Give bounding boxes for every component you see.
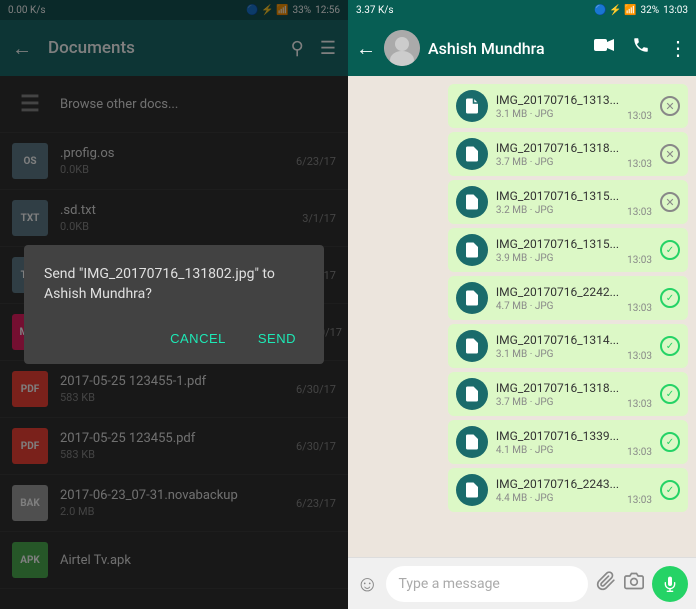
avatar-image: [384, 30, 420, 66]
cancel-status-icon: ✕: [660, 96, 680, 116]
msg-filename: IMG_20170716_2243...: [496, 477, 619, 491]
msg-info: IMG_20170716_1315... 3.9 MB · JPG: [496, 237, 619, 264]
msg-filemeta: 3.1 MB · JPG: [496, 109, 619, 120]
msg-time: 13:03: [627, 495, 652, 506]
msg-time: 13:03: [627, 351, 652, 362]
avatar[interactable]: [384, 30, 420, 66]
menu-icon[interactable]: ⋮: [668, 36, 688, 60]
contact-name: Ashish Mundhra: [428, 39, 586, 58]
file-thumbnail: [456, 186, 488, 218]
emoji-icon[interactable]: ☺: [356, 571, 378, 597]
msg-info: IMG_20170716_2243... 4.4 MB · JPG: [496, 477, 619, 504]
right-speed: 3.37 K/s: [356, 5, 394, 16]
message-input-field[interactable]: Type a message: [386, 566, 588, 602]
msg-info: IMG_20170716_2242... 4.7 MB · JPG: [496, 285, 619, 312]
msg-time: 13:03: [627, 159, 652, 170]
msg-filename: IMG_20170716_1315...: [496, 237, 619, 251]
right-battery: 32%: [641, 5, 660, 16]
msg-filename: IMG_20170716_1318...: [496, 381, 619, 395]
message-bubble[interactable]: IMG_20170716_1315... 3.2 MB · JPG 13:03 …: [448, 180, 688, 224]
file-thumbnail: [456, 90, 488, 122]
msg-info: IMG_20170716_1318... 3.7 MB · JPG: [496, 141, 619, 168]
msg-filename: IMG_20170716_1314...: [496, 333, 619, 347]
file-thumbnail: [456, 426, 488, 458]
file-thumbnail: [456, 378, 488, 410]
message-bubble[interactable]: IMG_20170716_1318... 3.7 MB · JPG 13:03 …: [448, 132, 688, 176]
message-bubble[interactable]: IMG_20170716_1315... 3.9 MB · JPG 13:03 …: [448, 228, 688, 272]
msg-info: IMG_20170716_1313... 3.1 MB · JPG: [496, 93, 619, 120]
right-header-icons: ⋮: [594, 36, 688, 60]
msg-filemeta: 3.1 MB · JPG: [496, 349, 619, 360]
msg-info: IMG_20170716_1318... 3.7 MB · JPG: [496, 381, 619, 408]
msg-filemeta: 3.7 MB · JPG: [496, 157, 619, 168]
msg-filemeta: 3.9 MB · JPG: [496, 253, 619, 264]
message-bubble[interactable]: IMG_20170716_1313... 3.1 MB · JPG 13:03 …: [448, 84, 688, 128]
message-bubble[interactable]: IMG_20170716_1318... 3.7 MB · JPG 13:03 …: [448, 372, 688, 416]
right-time: 13:03: [663, 5, 688, 16]
msg-filename: IMG_20170716_1318...: [496, 141, 619, 155]
file-thumbnail: [456, 234, 488, 266]
back-icon[interactable]: ←: [356, 36, 376, 61]
check-status-icon: ✓: [660, 336, 680, 356]
dialog-message: Send "IMG_20170716_131802.jpg" to Ashish…: [44, 265, 304, 304]
msg-filemeta: 3.2 MB · JPG: [496, 205, 619, 216]
check-status-icon: ✓: [660, 240, 680, 260]
mic-button[interactable]: [652, 566, 688, 602]
right-panel: 3.37 K/s 🔵 ⚡ 📶 32% 13:03 ← Ashish Mundhr…: [348, 0, 696, 609]
check-status-icon: ✓: [660, 432, 680, 452]
message-bubble[interactable]: IMG_20170716_2243... 4.4 MB · JPG 13:03 …: [448, 468, 688, 512]
confirm-dialog: Send "IMG_20170716_131802.jpg" to Ashish…: [24, 245, 324, 363]
camera-icon[interactable]: [624, 571, 644, 596]
msg-filemeta: 4.4 MB · JPG: [496, 493, 619, 504]
check-status-icon: ✓: [660, 288, 680, 308]
msg-time: 13:03: [627, 255, 652, 266]
message-bubble[interactable]: IMG_20170716_2242... 4.7 MB · JPG 13:03 …: [448, 276, 688, 320]
message-placeholder: Type a message: [398, 576, 499, 592]
check-status-icon: ✓: [660, 480, 680, 500]
cancel-status-icon: ✕: [660, 192, 680, 212]
msg-filename: IMG_20170716_1339...: [496, 429, 619, 443]
msg-filename: IMG_20170716_2242...: [496, 285, 619, 299]
msg-info: IMG_20170716_1339... 4.1 MB · JPG: [496, 429, 619, 456]
msg-info: IMG_20170716_1315... 3.2 MB · JPG: [496, 189, 619, 216]
voice-call-icon[interactable]: [632, 36, 650, 60]
dialog-buttons: CANCEL SEND: [44, 325, 304, 352]
right-header: ← Ashish Mundhra ⋮: [348, 20, 696, 76]
msg-time: 13:03: [627, 447, 652, 458]
file-thumbnail: [456, 282, 488, 314]
file-thumbnail: [456, 474, 488, 506]
left-panel: 0.00 K/s 🔵 ⚡ 📶 33% 12:56 ← Documents ⚲ ☰…: [0, 0, 348, 609]
msg-time: 13:03: [627, 111, 652, 122]
right-icons: 🔵 ⚡ 📶: [594, 5, 636, 16]
send-button[interactable]: SEND: [250, 325, 304, 352]
check-status-icon: ✓: [660, 384, 680, 404]
msg-filename: IMG_20170716_1315...: [496, 189, 619, 203]
messages-area: IMG_20170716_1313... 3.1 MB · JPG 13:03 …: [348, 76, 696, 557]
file-thumbnail: [456, 138, 488, 170]
msg-info: IMG_20170716_1314... 3.1 MB · JPG: [496, 333, 619, 360]
video-call-icon[interactable]: [594, 36, 614, 60]
input-bar: ☺ Type a message: [348, 557, 696, 609]
msg-filename: IMG_20170716_1313...: [496, 93, 619, 107]
attach-icon[interactable]: [596, 571, 616, 596]
msg-time: 13:03: [627, 399, 652, 410]
cancel-button[interactable]: CANCEL: [162, 325, 234, 352]
msg-time: 13:03: [627, 207, 652, 218]
message-bubble[interactable]: IMG_20170716_1314... 3.1 MB · JPG 13:03 …: [448, 324, 688, 368]
msg-filemeta: 4.7 MB · JPG: [496, 301, 619, 312]
right-status-bar: 3.37 K/s 🔵 ⚡ 📶 32% 13:03: [348, 0, 696, 20]
message-bubble[interactable]: IMG_20170716_1339... 4.1 MB · JPG 13:03 …: [448, 420, 688, 464]
file-thumbnail: [456, 330, 488, 362]
cancel-status-icon: ✕: [660, 144, 680, 164]
dialog-overlay: Send "IMG_20170716_131802.jpg" to Ashish…: [0, 0, 348, 609]
msg-filemeta: 3.7 MB · JPG: [496, 397, 619, 408]
msg-filemeta: 4.1 MB · JPG: [496, 445, 619, 456]
msg-time: 13:03: [627, 303, 652, 314]
